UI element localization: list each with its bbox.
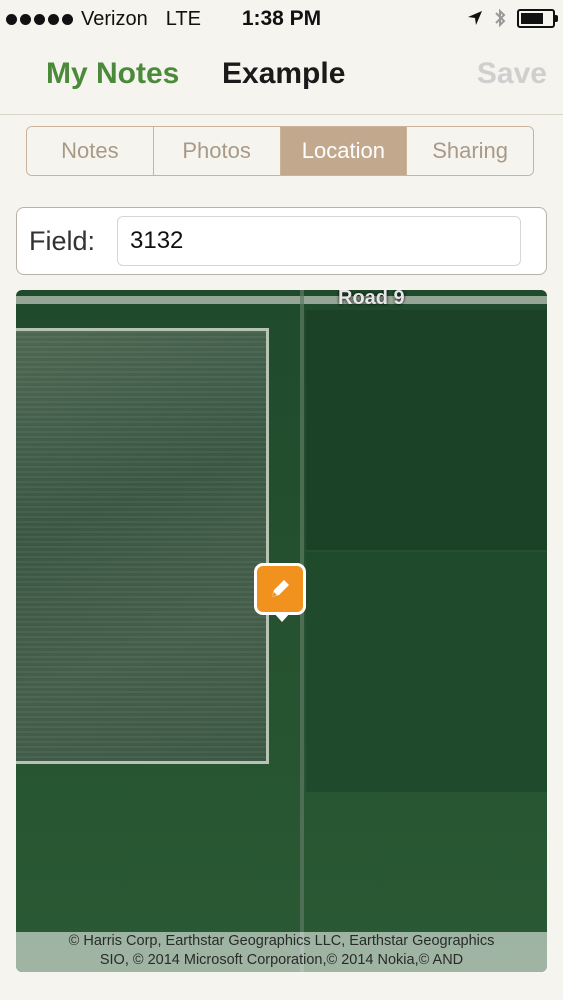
map-crop-area <box>306 310 547 550</box>
field-label: Field: <box>29 226 96 256</box>
field-input[interactable] <box>117 216 521 266</box>
navigation-bar: My Notes Example Save <box>0 40 563 115</box>
location-arrow-icon <box>468 11 482 25</box>
page-title: Example <box>222 57 346 90</box>
battery-icon <box>517 8 558 28</box>
field-row: Field: <box>16 207 547 275</box>
tab-sharing[interactable]: Sharing <box>407 127 533 175</box>
attribution-line-1: © Harris Corp, Earthstar Geographics LLC… <box>68 933 495 949</box>
map-view[interactable]: Road 9 © Harris Corp, Earthstar Geograph… <box>16 290 547 972</box>
section-tabs: Notes Photos Location Sharing <box>26 126 534 176</box>
map-road <box>300 290 304 972</box>
map-field-boundary <box>16 328 269 764</box>
tab-notes[interactable]: Notes <box>27 127 154 175</box>
status-right <box>467 8 558 28</box>
location-pin-icon[interactable] <box>254 563 306 622</box>
attribution-line-2: SIO, © 2014 Microsoft Corporation,© 2014… <box>99 952 464 968</box>
back-button-my-notes[interactable]: My Notes <box>46 57 179 91</box>
status-bar: Verizon LTE 1:38 PM <box>0 0 563 40</box>
map-road-label: Road 9 <box>338 290 405 309</box>
pencil-icon <box>272 580 289 597</box>
map-road <box>16 296 547 304</box>
map-crop-area <box>306 552 547 792</box>
bluetooth-icon <box>495 8 506 28</box>
tab-location[interactable]: Location <box>280 127 408 175</box>
tab-photos[interactable]: Photos <box>153 127 281 175</box>
save-button[interactable]: Save <box>477 57 547 91</box>
map-attribution: © Harris Corp, Earthstar Geographics LLC… <box>16 932 547 972</box>
